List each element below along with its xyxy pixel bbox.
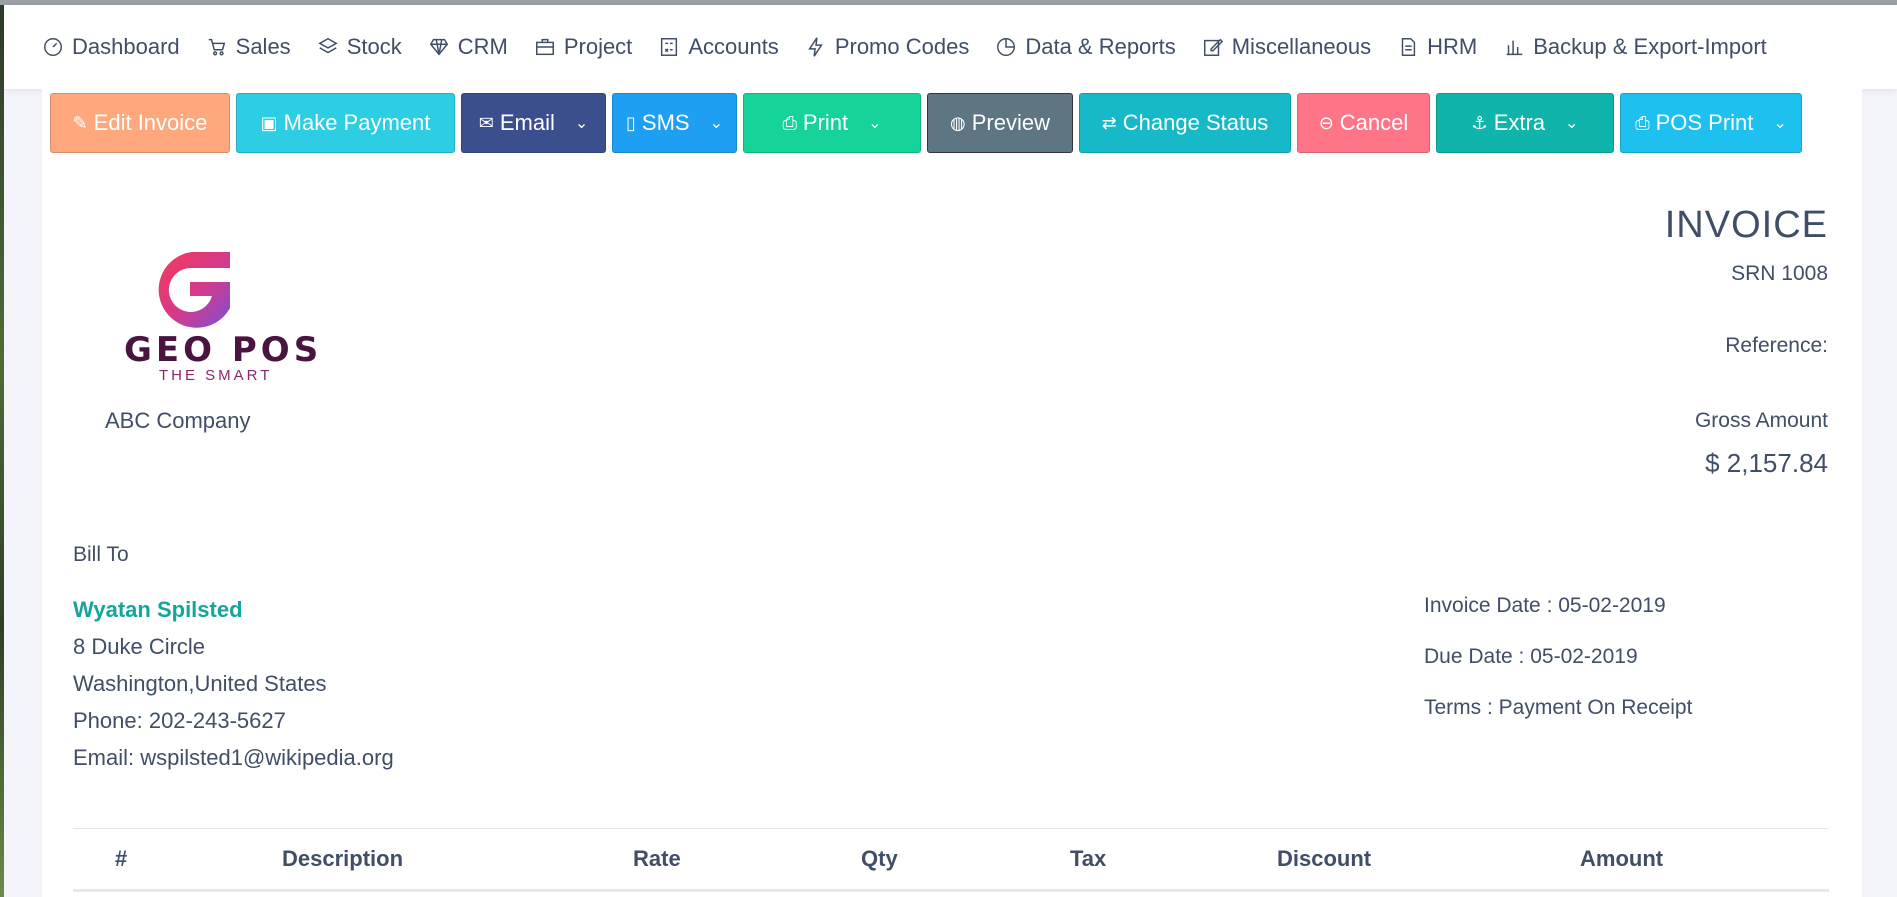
nav-label: Stock bbox=[346, 34, 402, 59]
nav-data-reports[interactable]: Data & Reports bbox=[995, 34, 1176, 60]
chevron-down-icon: ⌄ bbox=[868, 115, 882, 132]
nav-label: Sales bbox=[235, 34, 291, 59]
briefcase-icon bbox=[535, 38, 554, 56]
extra-dropdown-button[interactable]: ⚓ Extra ⌄ bbox=[1436, 93, 1614, 153]
invoice-reference: Reference: bbox=[1725, 334, 1828, 357]
email-dropdown-button[interactable]: ✉ Email ⌄ bbox=[461, 93, 606, 153]
nav-label: Promo Codes bbox=[834, 34, 970, 59]
column-header-number: # bbox=[115, 846, 128, 871]
edit-invoice-button[interactable]: ✎ Edit Invoice bbox=[50, 93, 230, 153]
retweet-icon: ⇄ bbox=[1101, 112, 1117, 133]
nav-label: Dashboard bbox=[72, 34, 180, 59]
column-header-amount: Amount bbox=[1580, 846, 1664, 871]
gauge-icon bbox=[44, 38, 62, 56]
make-payment-button[interactable]: ▣ Make Payment bbox=[236, 93, 455, 153]
pos-print-dropdown-button[interactable]: ⎙ POS Print ⌄ bbox=[1620, 93, 1802, 153]
window-edge bbox=[0, 0, 4, 897]
pie-chart-icon bbox=[997, 38, 1016, 56]
column-header-rate: Rate bbox=[633, 846, 681, 871]
envelope-icon: ✉ bbox=[478, 112, 494, 133]
diamond-icon bbox=[429, 38, 448, 56]
logo-name: GEO POS bbox=[124, 330, 323, 370]
company-name: ABC Company bbox=[105, 408, 251, 433]
edit-icon bbox=[1203, 38, 1223, 56]
change-status-button[interactable]: ⇄ Change Status bbox=[1079, 93, 1291, 153]
cart-icon bbox=[208, 38, 225, 56]
money-icon: ▣ bbox=[260, 112, 278, 133]
bolt-icon bbox=[808, 37, 823, 57]
nav-label: Project bbox=[563, 34, 633, 59]
customer-name-link[interactable]: Wyatan Spilsted bbox=[73, 597, 243, 623]
invoice-card bbox=[42, 89, 1862, 897]
chevron-down-icon: ⌄ bbox=[1565, 115, 1579, 132]
nav-label: Data & Reports bbox=[1025, 34, 1176, 59]
document-icon bbox=[1401, 38, 1416, 56]
invoice-toolbar: ✎ Edit Invoice ▣ Make Payment ✉ Email ⌄ … bbox=[50, 93, 1802, 153]
minus-circle-icon: ⊖ bbox=[1318, 112, 1334, 133]
due-date: Due Date : 05-02-2019 bbox=[1424, 645, 1638, 668]
printer-icon: ⎙ bbox=[1635, 112, 1650, 133]
top-navigation: Dashboard Sales Stock CRM Project Accoun… bbox=[4, 5, 1897, 89]
column-header-discount: Discount bbox=[1277, 846, 1372, 871]
nav-stock[interactable]: Stock bbox=[317, 34, 402, 60]
nav-label: Accounts bbox=[688, 34, 779, 59]
nav-crm[interactable]: CRM bbox=[428, 34, 508, 60]
nav-accounts[interactable]: Accounts bbox=[658, 34, 779, 60]
column-header-qty: Qty bbox=[861, 846, 898, 871]
nav-hrm[interactable]: HRM bbox=[1397, 34, 1477, 60]
nav-label: HRM bbox=[1427, 34, 1478, 59]
invoice-number: SRN 1008 bbox=[1731, 262, 1828, 285]
anchor-icon: ⚓ bbox=[1471, 112, 1488, 133]
nav-label: Miscellaneous bbox=[1231, 34, 1372, 59]
bar-chart-icon bbox=[1506, 40, 1523, 56]
gross-amount-value: $ 2,157.84 bbox=[1705, 448, 1828, 478]
chevron-down-icon: ⌄ bbox=[709, 115, 723, 132]
globe-icon: ◍ bbox=[950, 112, 966, 133]
customer-email: Email: wspilsted1@wikipedia.org bbox=[73, 745, 394, 770]
customer-address-line1: 8 Duke Circle bbox=[73, 634, 206, 659]
chevron-down-icon: ⌄ bbox=[574, 115, 589, 132]
nav-label: Backup & Export-Import bbox=[1533, 34, 1767, 59]
nav-project[interactable]: Project bbox=[534, 34, 632, 60]
nav-promo-codes[interactable]: Promo Codes bbox=[805, 34, 970, 60]
mobile-icon: ▯ bbox=[626, 112, 636, 133]
printer-icon: ⎙ bbox=[782, 112, 797, 133]
table-top-border bbox=[73, 828, 1829, 829]
nav-miscellaneous[interactable]: Miscellaneous bbox=[1202, 34, 1371, 60]
payment-terms: Terms : Payment On Receipt bbox=[1424, 696, 1693, 719]
pencil-icon: ✎ bbox=[72, 112, 88, 133]
layers-icon bbox=[317, 37, 338, 54]
table-header-border bbox=[73, 889, 1829, 892]
sms-dropdown-button[interactable]: ▯ SMS ⌄ bbox=[612, 93, 737, 153]
customer-address-line2: Washington,United States bbox=[73, 671, 327, 696]
invoice-date: Invoice Date : 05-02-2019 bbox=[1424, 594, 1666, 617]
customer-phone: Phone: 202-243-5627 bbox=[73, 708, 286, 733]
bill-to-label: Bill To bbox=[73, 543, 129, 566]
nav-backup[interactable]: Backup & Export-Import bbox=[1503, 34, 1767, 60]
cancel-button[interactable]: ⊖ Cancel bbox=[1297, 93, 1430, 153]
nav-label: CRM bbox=[457, 34, 508, 59]
column-header-tax: Tax bbox=[1070, 846, 1107, 871]
print-dropdown-button[interactable]: ⎙ Print ⌄ bbox=[743, 93, 921, 153]
gross-amount-label: Gross Amount bbox=[1694, 409, 1828, 432]
invoice-title: INVOICE bbox=[1664, 204, 1828, 246]
logo-tagline: THE SMART bbox=[159, 367, 273, 384]
chevron-down-icon: ⌄ bbox=[1773, 115, 1787, 132]
column-header-description: Description bbox=[282, 846, 404, 871]
nav-dashboard[interactable]: Dashboard bbox=[42, 34, 180, 60]
nav-sales[interactable]: Sales bbox=[206, 34, 291, 60]
calculator-icon bbox=[661, 38, 678, 56]
preview-button[interactable]: ◍ Preview bbox=[927, 93, 1073, 153]
